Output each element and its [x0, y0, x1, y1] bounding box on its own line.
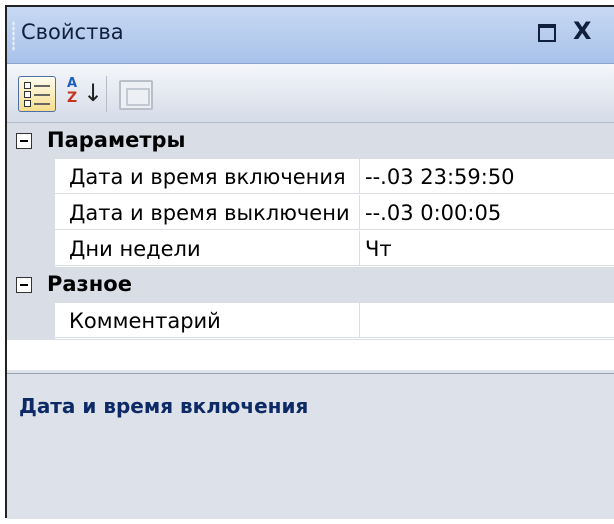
- alphabetical-sort-button[interactable]: A Z ↓: [63, 76, 104, 112]
- description-title: Дата и время включения: [19, 394, 309, 418]
- property-value[interactable]: --.03 23:59:50: [360, 159, 614, 194]
- property-name[interactable]: Дата и время включения: [55, 159, 360, 194]
- properties-panel: Свойства X A Z ↓ Параметры Дата и время …: [5, 5, 614, 519]
- sort-arrow-icon: ↓: [83, 79, 104, 107]
- property-row[interactable]: Комментарий: [7, 303, 614, 339]
- property-name[interactable]: Дата и время выключени: [55, 195, 360, 230]
- toolbar-separator: [106, 76, 107, 112]
- category-label: Разное: [47, 272, 132, 296]
- property-row[interactable]: Дни недели Чт: [7, 231, 614, 267]
- property-row[interactable]: Дата и время выключени --.03 0:00:05: [7, 195, 614, 231]
- grid-empty-area: [7, 339, 614, 370]
- category-label: Параметры: [47, 128, 186, 152]
- drag-grip-icon[interactable]: [12, 21, 15, 51]
- panel-title-bar[interactable]: Свойства X: [7, 7, 614, 64]
- float-window-icon: [538, 24, 556, 42]
- property-value[interactable]: --.03 0:00:05: [360, 195, 614, 230]
- category-row-misc[interactable]: Разное: [7, 267, 614, 303]
- alphabetical-sort-icon: A: [67, 76, 78, 91]
- row-gutter: [7, 303, 55, 339]
- property-row[interactable]: Дата и время включения --.03 23:59:50: [7, 159, 614, 195]
- properties-toolbar: A Z ↓: [7, 64, 614, 123]
- categorized-view-button[interactable]: [18, 76, 56, 112]
- row-gutter: [7, 159, 55, 195]
- alphabetical-sort-icon-z: Z: [67, 90, 78, 106]
- property-value[interactable]: [360, 303, 614, 338]
- row-gutter: [7, 195, 55, 231]
- property-pages-button[interactable]: [119, 80, 153, 110]
- panel-title: Свойства: [21, 20, 124, 44]
- description-pane: Дата и время включения: [7, 373, 614, 519]
- property-name[interactable]: Комментарий: [55, 303, 360, 338]
- close-panel-button[interactable]: X: [573, 17, 592, 45]
- property-name[interactable]: Дни недели: [55, 231, 360, 266]
- property-pages-icon: [126, 88, 150, 106]
- collapse-icon[interactable]: [16, 277, 32, 293]
- property-value[interactable]: Чт: [360, 231, 614, 266]
- float-window-button[interactable]: [538, 17, 556, 48]
- category-row-parameters[interactable]: Параметры: [7, 123, 614, 159]
- property-grid: Параметры Дата и время включения --.03 2…: [7, 123, 614, 370]
- row-gutter: [7, 231, 55, 267]
- collapse-icon[interactable]: [16, 133, 32, 149]
